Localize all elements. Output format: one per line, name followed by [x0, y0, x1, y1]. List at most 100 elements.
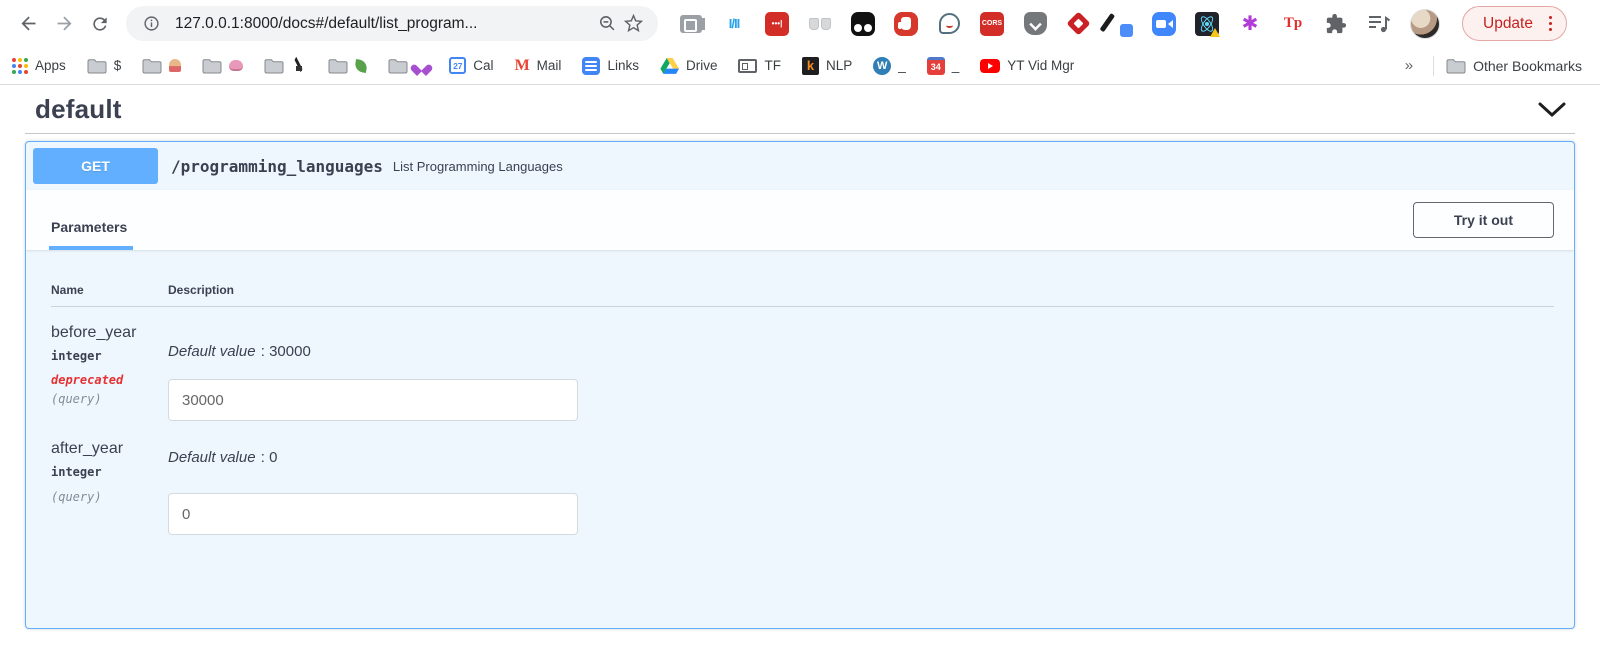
chevron-down-icon[interactable]: [1537, 101, 1567, 118]
bookmark-yt-vid-mgr[interactable]: YT Vid Mgr: [980, 58, 1074, 73]
extensions-puzzle-icon[interactable]: [1323, 11, 1349, 37]
bookmark-drive[interactable]: Drive: [660, 57, 718, 74]
deprecated-badge: deprecated: [51, 373, 168, 387]
binoculars-extension-icon[interactable]: [807, 11, 833, 37]
wappalyzer-extension-icon[interactable]: I/II: [721, 11, 747, 37]
pocket-extension-icon[interactable]: [1022, 11, 1048, 37]
parameters-table-header: Name Description: [51, 270, 1554, 307]
address-bar[interactable]: [126, 6, 658, 41]
folder-icon: [1446, 58, 1466, 74]
parameter-row-after-year: after_year integer (query) Default value…: [51, 437, 1554, 551]
column-header-name: Name: [51, 283, 168, 297]
bookmark-calendar[interactable]: 27 Cal: [449, 57, 493, 74]
brain-emoji-icon: [229, 60, 243, 71]
purple-heart-emoji-icon: [415, 60, 428, 72]
tab-parameters[interactable]: Parameters: [49, 219, 133, 250]
profile-avatar[interactable]: [1409, 11, 1441, 37]
extensions-row: I/II •••| CORS ✱ Tp Update: [678, 6, 1590, 41]
other-bookmarks[interactable]: Other Bookmarks: [1446, 58, 1582, 74]
back-arrow-icon: [18, 13, 39, 34]
reload-icon: [90, 14, 110, 34]
forum-extension-icon[interactable]: [678, 11, 704, 37]
forward-button[interactable]: [46, 6, 82, 42]
update-label: Update: [1483, 15, 1533, 33]
url-input[interactable]: [173, 14, 594, 34]
parameter-row-before-year: before_year integer deprecated (query) D…: [51, 307, 1554, 437]
column-header-description: Description: [168, 283, 1554, 297]
operation-summary[interactable]: GET /programming_languages List Programm…: [26, 142, 1574, 190]
youtube-icon: [980, 59, 1000, 73]
parameter-location: (query): [51, 490, 168, 504]
default-value-text: Default value : 0: [168, 449, 1554, 466]
parameter-type: integer: [51, 465, 168, 479]
bookmark-folder-brain[interactable]: [202, 58, 243, 74]
parameter-name-cell: before_year integer deprecated (query): [51, 324, 168, 421]
bookmark-mail[interactable]: M Mail: [515, 57, 562, 75]
parameter-name-cell: after_year integer (query): [51, 440, 168, 535]
operation-block: GET /programming_languages List Programm…: [25, 141, 1575, 629]
bookmarks-overflow-chevron[interactable]: »: [1405, 57, 1413, 74]
zoom-out-icon[interactable]: [594, 11, 620, 37]
parameter-description-cell: Default value : 30000: [168, 324, 1554, 421]
folder-icon: [328, 58, 348, 74]
back-button[interactable]: [10, 6, 46, 42]
folder-icon: [142, 58, 162, 74]
bookmark-tf[interactable]: TF: [738, 58, 781, 73]
reload-button[interactable]: [82, 6, 118, 42]
browser-menu-icon[interactable]: [1549, 16, 1553, 32]
bookmark-folder-dollar[interactable]: $: [87, 58, 122, 74]
browser-toolbar: I/II •••| CORS ✱ Tp Update: [0, 0, 1600, 47]
parameter-location: (query): [51, 392, 168, 406]
bookmark-star-icon[interactable]: [620, 11, 646, 37]
page-title: default: [35, 94, 122, 125]
section-header-row[interactable]: default: [25, 85, 1575, 134]
graduation-cap-emoji-icon: [291, 60, 307, 72]
bookmarks-divider: [1433, 56, 1434, 76]
parameters-section-header: Parameters Try it out: [26, 190, 1574, 250]
folder-icon: [388, 58, 408, 74]
tampermonkey-extension-icon[interactable]: Tp: [1280, 11, 1306, 37]
links-doc-icon: [582, 57, 600, 75]
contact-card-icon: [738, 59, 757, 73]
folder-icon: [87, 58, 107, 74]
chat-bubble-extension-icon[interactable]: [936, 11, 962, 37]
zoom-camera-extension-icon[interactable]: [1151, 11, 1177, 37]
purple-flower-extension-icon[interactable]: ✱: [1237, 11, 1263, 37]
parameter-name: after_year: [51, 440, 168, 458]
bookmark-folder-herb[interactable]: [328, 58, 367, 74]
bookmark-34[interactable]: 34 _: [927, 57, 960, 75]
wordpress-icon: W: [873, 57, 891, 75]
bookmark-links[interactable]: Links: [582, 57, 639, 75]
endpoint-summary: List Programming Languages: [393, 159, 563, 174]
lastpass-extension-icon[interactable]: •••|: [764, 11, 790, 37]
before-year-input[interactable]: [168, 379, 578, 421]
chrome-update-button[interactable]: Update: [1462, 6, 1567, 41]
bookmark-folder-carousel-horse[interactable]: [142, 58, 181, 74]
bookmark-apps[interactable]: Apps: [12, 58, 66, 74]
badge-34-icon: 34: [927, 57, 945, 75]
parameter-name: before_year: [51, 324, 168, 342]
parameters-body: Name Description before_year integer dep…: [26, 250, 1574, 551]
bookmark-wordpress[interactable]: W _: [873, 57, 906, 75]
google-drive-icon: [660, 57, 679, 74]
bookmark-nlp[interactable]: k NLP: [802, 57, 852, 75]
try-it-out-button[interactable]: Try it out: [1413, 202, 1554, 238]
after-year-input[interactable]: [168, 493, 578, 535]
herb-emoji-icon: [354, 59, 368, 73]
colorzilla-eyedropper-icon[interactable]: [1108, 11, 1134, 37]
cors-extension-icon[interactable]: CORS: [979, 11, 1005, 37]
dark-goggles-extension-icon[interactable]: [850, 11, 876, 37]
http-method-badge: GET: [33, 148, 158, 184]
adblock-hand-extension-icon[interactable]: [893, 11, 919, 37]
playlist-extension-icon[interactable]: [1366, 11, 1392, 37]
share-extension-icon[interactable]: [1065, 11, 1091, 37]
google-calendar-icon: 27: [449, 57, 466, 74]
kaggle-icon: k: [802, 57, 819, 75]
react-devtools-extension-icon[interactable]: [1194, 11, 1220, 37]
bookmark-folder-purple-heart[interactable]: [388, 58, 428, 74]
endpoint-path: /programming_languages: [171, 157, 383, 176]
folder-icon: [202, 58, 222, 74]
folder-icon: [264, 58, 284, 74]
bookmark-folder-graduation[interactable]: [264, 58, 307, 74]
site-info-icon[interactable]: [138, 11, 164, 37]
